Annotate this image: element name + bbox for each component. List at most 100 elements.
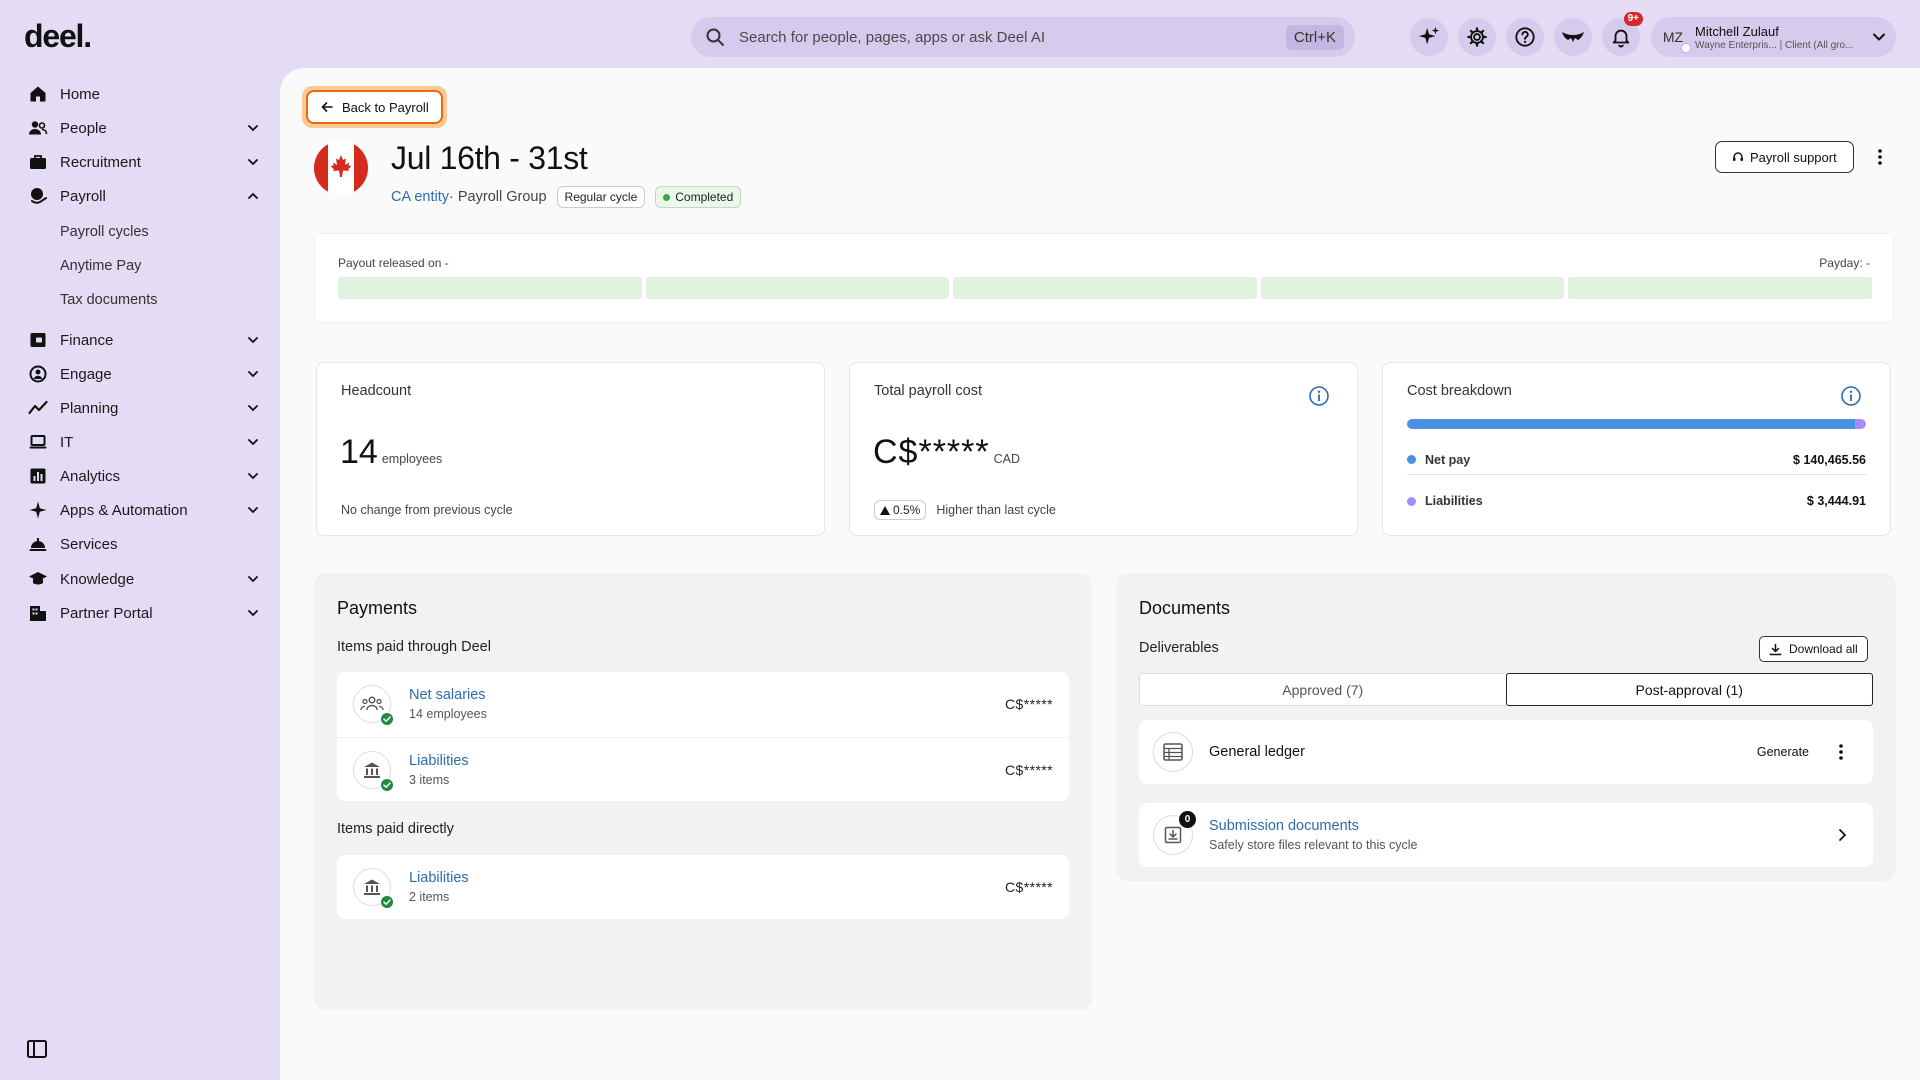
timeline-segment	[1568, 277, 1872, 299]
deliverables-label: Deliverables	[1139, 640, 1219, 656]
building-icon	[30, 606, 46, 621]
notification-count-badge: 9+	[1623, 12, 1643, 26]
sidebar-item-engage[interactable]: Engage	[0, 359, 260, 389]
settings-button[interactable]	[1458, 18, 1496, 56]
mascot-button[interactable]	[1554, 18, 1592, 56]
payments-title: Payments	[337, 598, 418, 618]
chevron-down-icon	[248, 439, 258, 446]
deel-logo[interactable]: deel.	[24, 18, 92, 55]
payroll-icon	[31, 188, 47, 204]
liabilities-dot	[1407, 496, 1416, 506]
status-badge: Completed	[655, 186, 742, 208]
chevron-down-icon	[248, 473, 258, 480]
list-item-net-salaries[interactable]: Net salaries 14 employees C$*****	[337, 672, 1069, 736]
net-pay-row: Net pay $ 140,465.56	[1407, 445, 1866, 475]
chevron-right-icon	[1839, 829, 1846, 841]
download-all-button[interactable]: Download all	[1759, 636, 1868, 662]
documents-title: Documents	[1139, 598, 1231, 618]
chevron-up-icon	[248, 192, 258, 199]
help-button[interactable]	[1506, 18, 1544, 56]
sidebar-item-people[interactable]: People	[0, 113, 260, 143]
bank-icon	[353, 868, 394, 909]
submission-documents-item[interactable]: 0 Submission documents Safely store file…	[1139, 803, 1873, 867]
canada-flag-icon	[314, 141, 368, 195]
payout-released-label: Payout released on -	[338, 256, 449, 270]
headcount-note: No change from previous cycle	[341, 503, 513, 517]
sidebar-subitem-anytime-pay[interactable]: Anytime Pay	[60, 258, 141, 274]
sidebar-item-home[interactable]: Home	[0, 79, 260, 109]
sidebar-item-planning[interactable]: Planning	[0, 393, 260, 423]
sidebar-item-it[interactable]: IT	[0, 427, 260, 457]
tab-post-approval[interactable]: Post-approval (1)	[1505, 673, 1873, 706]
search-input[interactable]	[739, 28, 1286, 46]
notifications-button[interactable]: 9+	[1602, 12, 1643, 56]
briefcase-icon	[30, 155, 46, 169]
triangle-up-icon	[880, 505, 890, 515]
payment-amount: C$*****	[1005, 879, 1053, 895]
sidebar-collapse-icon[interactable]	[26, 1038, 48, 1060]
more-options-button[interactable]	[1870, 147, 1890, 167]
submission-documents-name[interactable]: Submission documents	[1209, 818, 1837, 834]
payment-name[interactable]: Net salaries	[409, 687, 1005, 703]
chevron-down-icon	[248, 610, 258, 617]
back-to-payroll-button[interactable]: Back to Payroll	[306, 90, 443, 124]
list-item-liabilities[interactable]: Liabilities 3 items C$*****	[337, 737, 1069, 801]
page-title: Jul 16th - 31st	[391, 140, 588, 176]
sidebar-item-services[interactable]: Services	[0, 529, 260, 559]
generate-button[interactable]: Generate	[1757, 745, 1809, 759]
table-icon	[1153, 732, 1193, 772]
people-icon	[29, 121, 48, 135]
info-icon[interactable]	[1308, 385, 1330, 407]
deel-ai-button[interactable]	[1410, 18, 1448, 56]
bell-icon	[1612, 29, 1630, 48]
avatar-status-dot	[1681, 43, 1691, 53]
sidebar-item-partner-portal[interactable]: Partner Portal	[0, 598, 260, 628]
headcount-unit: employees	[381, 452, 443, 466]
total-cost-value: C$***** CAD	[873, 433, 1021, 471]
laptop-icon	[29, 435, 47, 449]
more-vertical-icon	[1839, 744, 1843, 760]
info-icon[interactable]	[1840, 385, 1862, 407]
user-org: Wayne Enterpris... | Client (All gro...	[1695, 39, 1854, 51]
ledger-more-button[interactable]	[1831, 742, 1851, 762]
back-button-focus-ring: Back to Payroll	[302, 86, 447, 128]
sidebar-subitem-tax-documents[interactable]: Tax documents	[60, 292, 158, 308]
chevron-down-icon	[248, 337, 258, 344]
user-menu[interactable]: MZ Mitchell Zulauf Wayne Enterpris... | …	[1651, 17, 1896, 57]
net-pay-segment	[1407, 419, 1855, 429]
sidebar-item-analytics[interactable]: Analytics	[0, 461, 260, 491]
list-item-direct-liabilities[interactable]: Liabilities 2 items C$*****	[337, 855, 1069, 919]
payment-name[interactable]: Liabilities	[409, 870, 1005, 886]
sidebar-item-finance[interactable]: Finance	[0, 325, 260, 355]
sidebar-item-recruitment[interactable]: Recruitment	[0, 147, 260, 177]
analytics-icon	[30, 468, 46, 484]
entity-link[interactable]: CA entity	[391, 189, 449, 205]
chevron-down-icon	[248, 507, 258, 514]
services-icon	[29, 538, 47, 551]
payroll-group-label: · Payroll Group	[449, 189, 547, 205]
tab-approved[interactable]: Approved (7)	[1139, 673, 1506, 706]
arrow-left-icon	[321, 102, 333, 112]
sidebar-item-apps-automation[interactable]: Apps & Automation	[0, 495, 260, 525]
apps-icon	[29, 501, 47, 519]
chevron-down-icon	[248, 405, 258, 412]
headcount-card: Headcount 14 employees No change from pre…	[316, 362, 825, 536]
global-search[interactable]: Ctrl+K	[691, 17, 1355, 57]
sidebar-subitem-payroll-cycles[interactable]: Payroll cycles	[60, 224, 149, 240]
chevron-down-icon	[248, 371, 258, 378]
general-ledger-name: General ledger	[1209, 744, 1305, 760]
sparkle-icon	[1418, 26, 1440, 45]
cycle-meta: CA entity · Payroll Group Regular cycle …	[391, 186, 742, 208]
paid-directly-list: Liabilities 2 items C$*****	[337, 855, 1069, 919]
submission-documents-desc: Safely store files relevant to this cycl…	[1209, 838, 1418, 852]
bird-icon	[1562, 32, 1584, 42]
engage-icon	[29, 365, 47, 383]
liabilities-segment	[1854, 419, 1866, 429]
payment-name[interactable]: Liabilities	[409, 753, 1005, 769]
sidebar-item-payroll[interactable]: Payroll	[0, 181, 260, 211]
bank-icon	[353, 750, 394, 792]
payroll-support-button[interactable]: Payroll support	[1715, 141, 1854, 173]
headcount-value: 14 employees	[340, 433, 443, 471]
search-shortcut-hint: Ctrl+K	[1285, 24, 1344, 50]
sidebar-item-knowledge[interactable]: Knowledge	[0, 564, 260, 594]
